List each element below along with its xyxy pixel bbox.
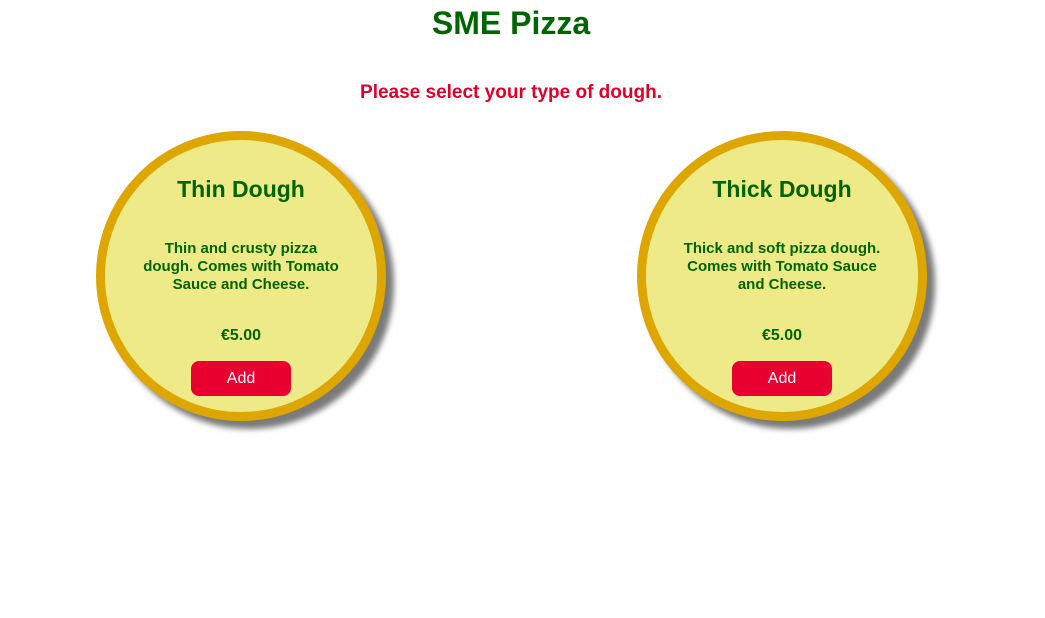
site-title: SME Pizza xyxy=(431,5,591,41)
product-title: Thick Dough xyxy=(712,176,852,202)
add-thick-dough-button[interactable]: Add xyxy=(732,361,832,396)
dough-instruction: Please select your type of dough. xyxy=(360,82,662,103)
product-card-thick-dough: Thick Dough Thick and soft pizza dough. … xyxy=(637,131,927,421)
product-description: Thick and soft pizza dough. Comes with T… xyxy=(683,240,881,293)
product-title: Thin Dough xyxy=(177,176,305,202)
page: SME Pizza Please select your type of dou… xyxy=(0,0,1045,618)
product-price: €5.00 xyxy=(761,327,803,344)
product-price: €5.00 xyxy=(220,327,262,344)
product-card-thin-dough: Thin Dough Thin and crusty pizza dough. … xyxy=(96,131,386,421)
add-thin-dough-button[interactable]: Add xyxy=(191,361,291,396)
product-description: Thin and crusty pizza dough. Comes with … xyxy=(143,240,339,293)
